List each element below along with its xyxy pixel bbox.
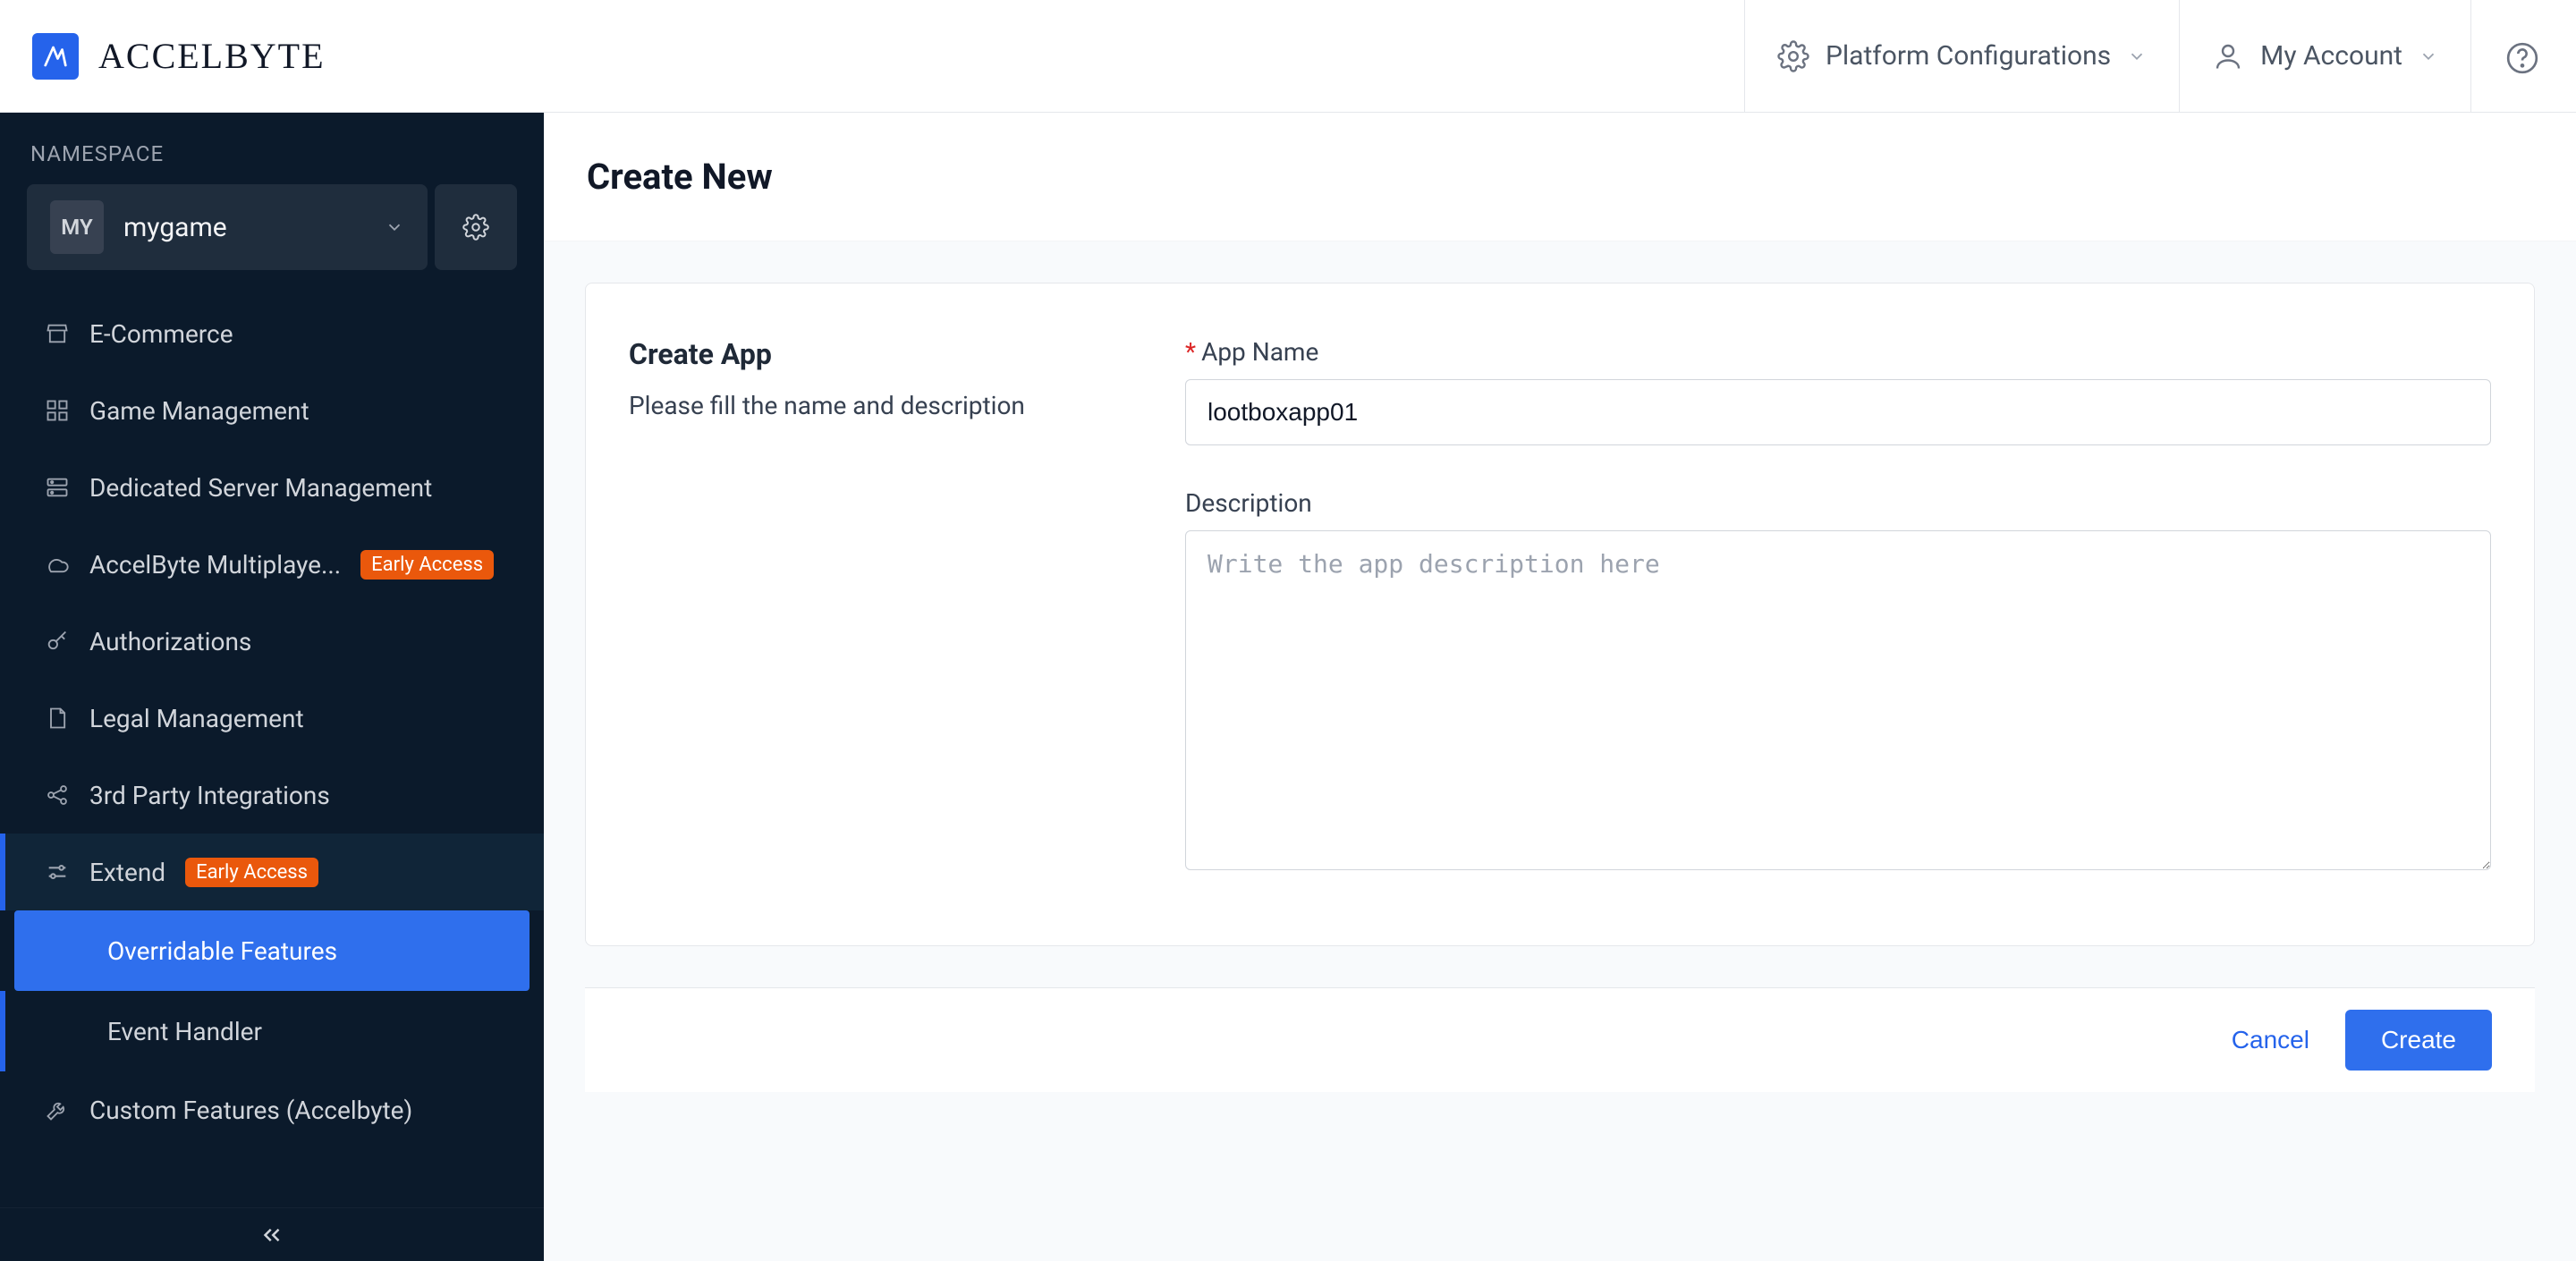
sidebar-subitem-overridable-features[interactable]: Overridable Features: [14, 910, 530, 991]
chevron-down-icon: [2419, 47, 2438, 66]
sliders-icon: [45, 859, 70, 884]
sidebar-item-extend[interactable]: Extend Early Access: [0, 834, 544, 910]
server-icon: [45, 475, 70, 500]
sidebar-subitem-label: Event Handler: [107, 1017, 262, 1046]
gear-icon: [462, 214, 489, 241]
platform-configurations-menu[interactable]: Platform Configurations: [1744, 0, 2179, 113]
sidebar: NAMESPACE MY mygame E-: [0, 113, 544, 1261]
page-title-bar: Create New: [544, 113, 2576, 241]
document-icon: [45, 706, 70, 731]
brand: ACCELBYTE: [32, 33, 326, 80]
sidebar-item-label: Custom Features (Accelbyte): [89, 1096, 412, 1125]
help-button[interactable]: [2470, 0, 2569, 113]
sidebar-item-game-management[interactable]: Game Management: [0, 372, 544, 449]
create-app-card: Create App Please fill the name and desc…: [585, 283, 2535, 946]
my-account-menu[interactable]: My Account: [2179, 0, 2470, 113]
sidebar-item-label: Dedicated Server Management: [89, 473, 432, 503]
store-icon: [45, 321, 70, 346]
brand-name: ACCELBYTE: [98, 35, 326, 77]
sidebar-item-label: 3rd Party Integrations: [89, 781, 330, 810]
gear-icon: [1777, 40, 1809, 72]
brand-logo-icon: [32, 33, 79, 80]
description-label: Description: [1185, 488, 2491, 518]
sidebar-item-label: Game Management: [89, 396, 309, 426]
namespace-heading: NAMESPACE: [0, 132, 544, 184]
sidebar-item-label: Authorizations: [89, 627, 251, 656]
share-icon: [45, 783, 70, 808]
cancel-button[interactable]: Cancel: [2232, 1026, 2309, 1054]
platform-configurations-label: Platform Configurations: [1826, 40, 2111, 72]
my-account-label: My Account: [2260, 40, 2402, 72]
form-footer: Cancel Create: [585, 987, 2535, 1092]
sidebar-subitem-label: Overridable Features: [107, 936, 337, 966]
early-access-badge: Early Access: [360, 550, 494, 580]
create-button[interactable]: Create: [2345, 1010, 2492, 1071]
sidebar-item-label: AccelByte Multiplaye...: [89, 550, 341, 580]
sidebar-item-label: E-Commerce: [89, 319, 233, 349]
page-title: Create New: [587, 156, 773, 198]
namespace-selector[interactable]: MY mygame: [27, 184, 428, 270]
chevron-double-left-icon: [258, 1222, 285, 1248]
sidebar-item-label: Legal Management: [89, 704, 304, 733]
app-name-label-text: App Name: [1201, 337, 1318, 367]
sidebar-item-authorizations[interactable]: Authorizations: [0, 603, 544, 680]
app-name-input[interactable]: [1185, 379, 2491, 445]
section-title: Create App: [629, 337, 1158, 371]
help-icon: [2504, 40, 2537, 72]
section-subtitle: Please fill the name and description: [629, 391, 1158, 420]
sidebar-item-ecommerce[interactable]: E-Commerce: [0, 295, 544, 372]
user-icon: [2212, 40, 2244, 72]
wrench-icon: [45, 1097, 70, 1122]
collapse-sidebar-button[interactable]: [0, 1207, 544, 1261]
main-content: Create New Create App Please fill the na…: [544, 113, 2576, 1261]
sidebar-item-3rd-party-integrations[interactable]: 3rd Party Integrations: [0, 757, 544, 834]
sidebar-item-custom-features[interactable]: Custom Features (Accelbyte): [0, 1071, 544, 1148]
early-access-badge: Early Access: [185, 858, 318, 887]
cloud-icon: [45, 552, 70, 577]
sidebar-item-dedicated-server-management[interactable]: Dedicated Server Management: [0, 449, 544, 526]
namespace-settings-button[interactable]: [435, 184, 517, 270]
chevron-down-icon: [385, 217, 404, 237]
sidebar-subitem-event-handler[interactable]: Event Handler: [0, 991, 544, 1071]
namespace-badge: MY: [50, 200, 104, 254]
key-icon: [45, 629, 70, 654]
description-textarea[interactable]: [1185, 530, 2491, 870]
sidebar-item-legal-management[interactable]: Legal Management: [0, 680, 544, 757]
sidebar-item-accelbyte-multiplayer[interactable]: AccelByte Multiplaye... Early Access: [0, 526, 544, 603]
chevron-down-icon: [2127, 47, 2147, 66]
sidebar-item-label: Extend: [89, 858, 165, 887]
app-name-label: *App Name: [1185, 337, 2491, 367]
grid-icon: [45, 398, 70, 423]
topbar: ACCELBYTE Platform Configurations My Acc…: [0, 0, 2576, 113]
namespace-name: mygame: [123, 212, 365, 243]
